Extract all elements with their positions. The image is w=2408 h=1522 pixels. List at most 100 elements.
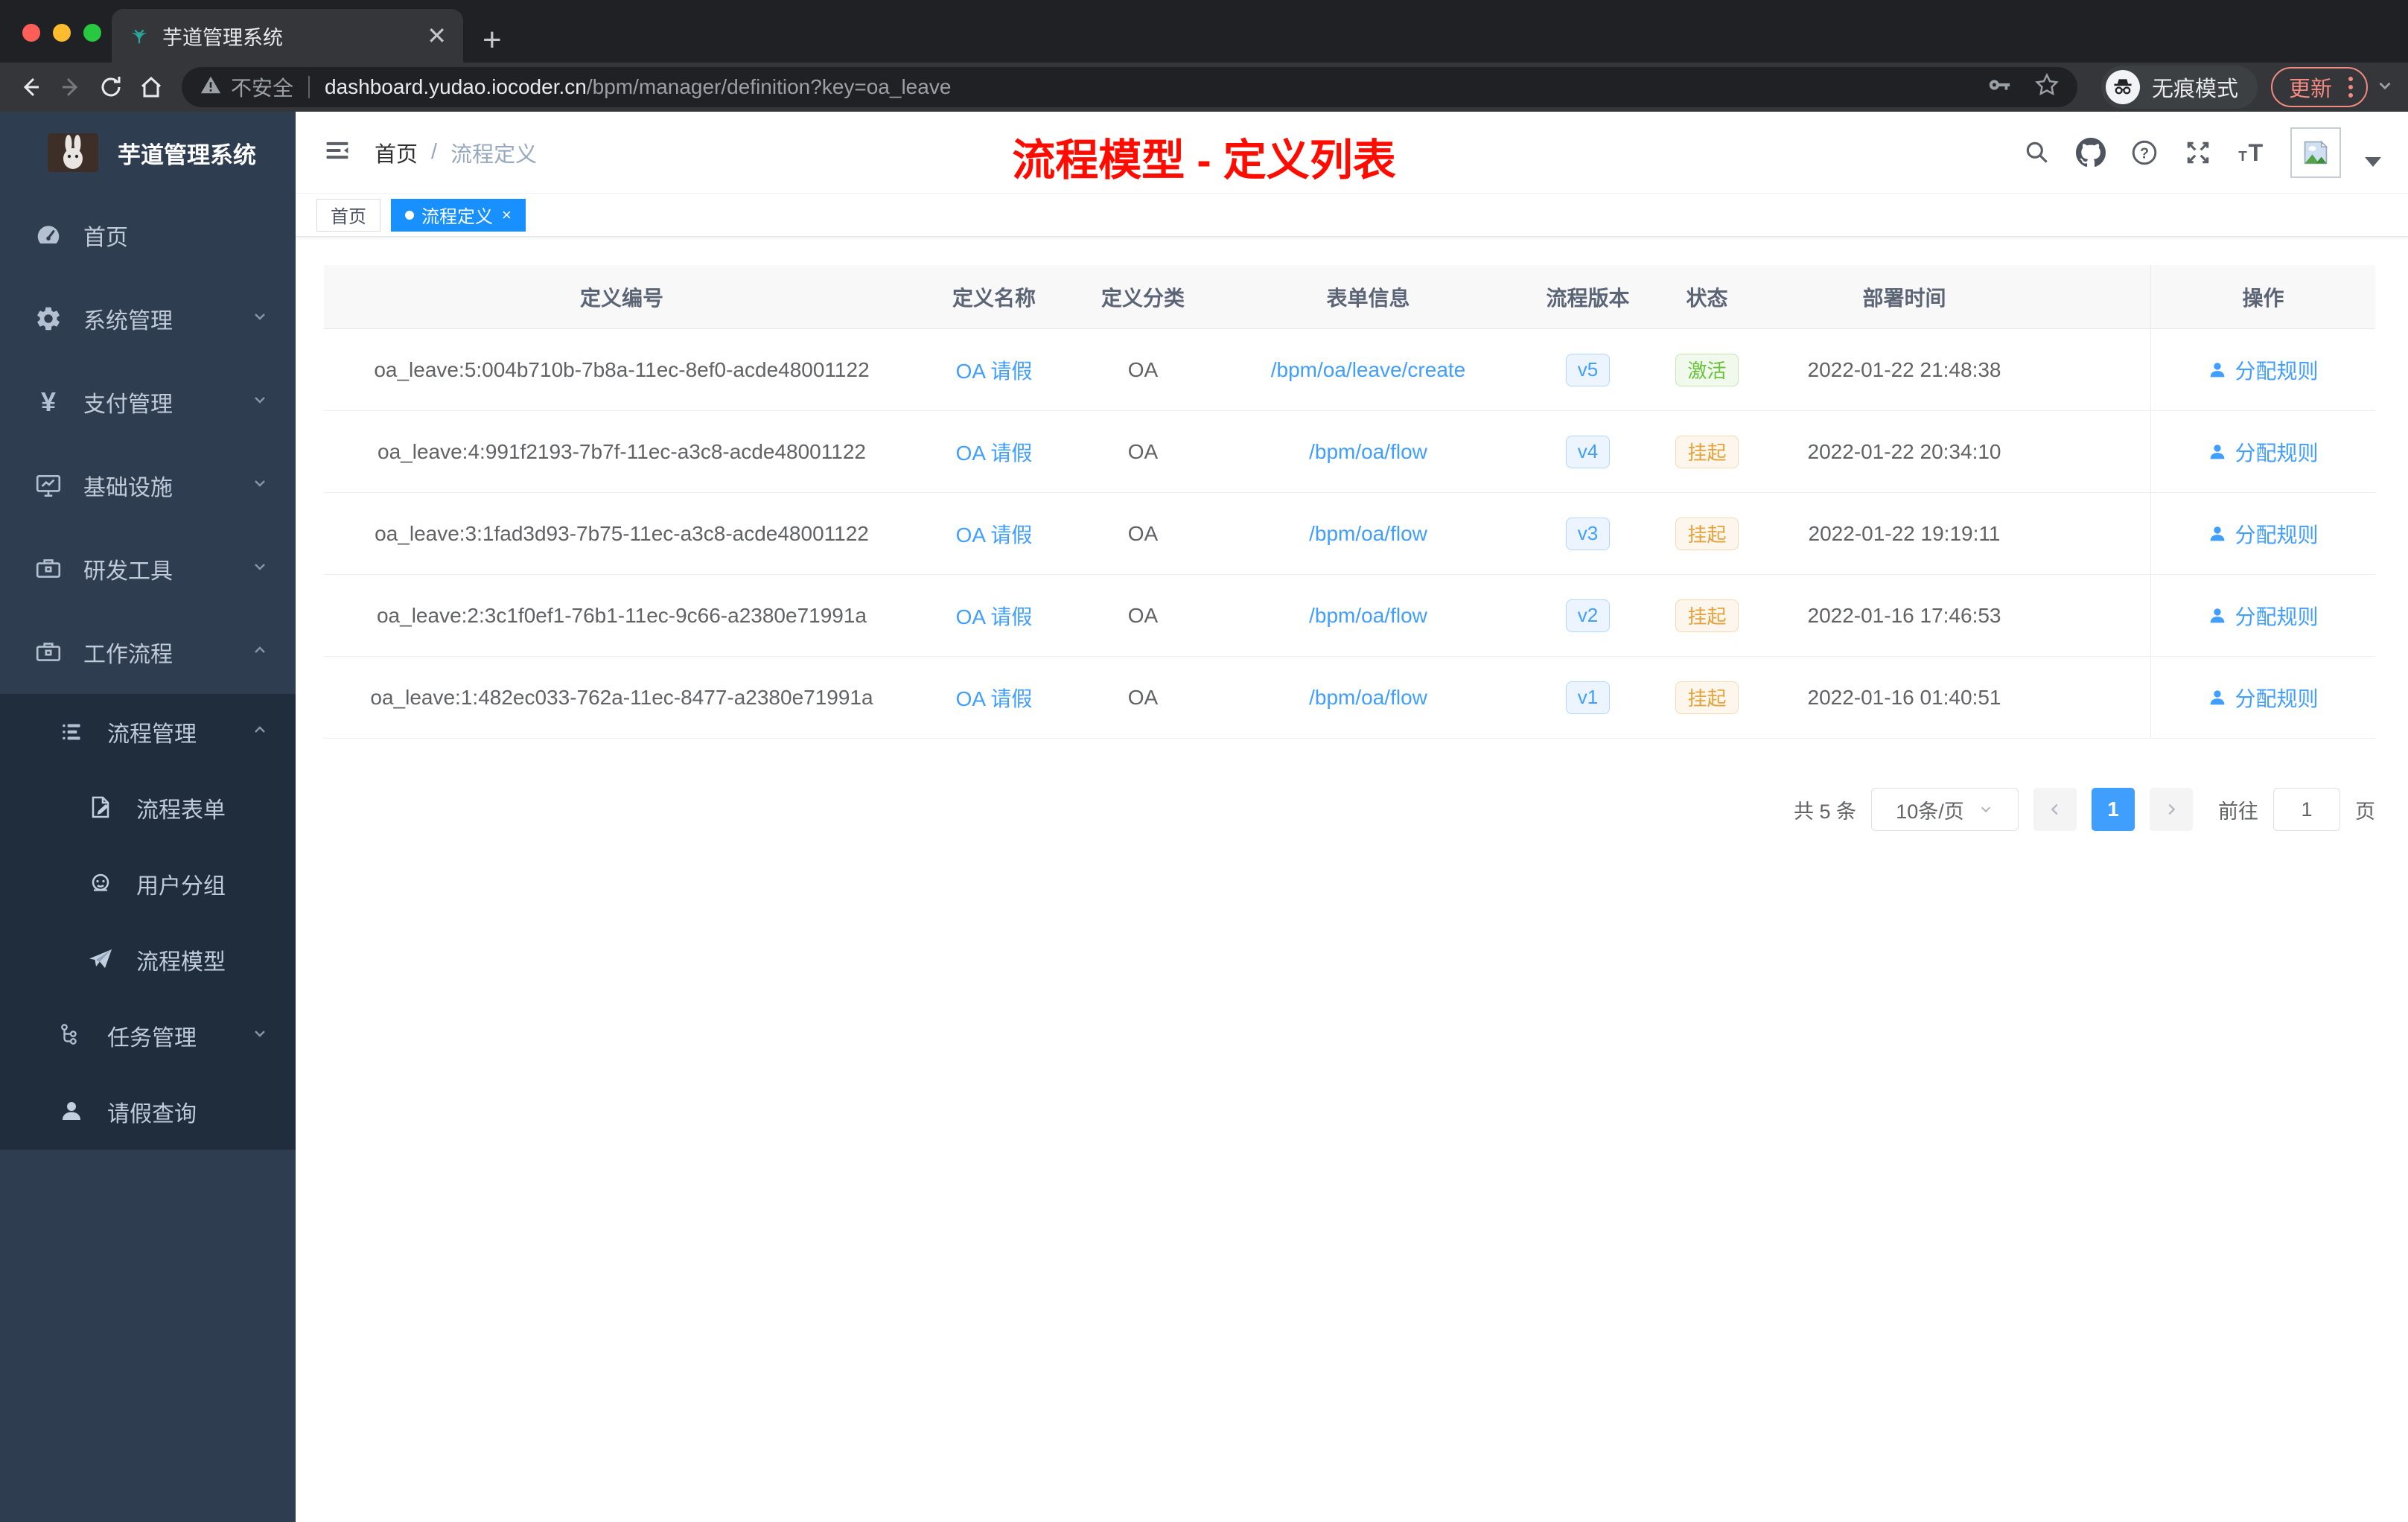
column-header: 操作: [2150, 265, 2375, 328]
tag-process-definition[interactable]: 流程定义 ×: [391, 198, 526, 232]
definition-id: oa_leave:2:3c1f0ef1-76b1-11ec-9c66-a2380…: [376, 603, 867, 627]
column-header: 流程版本: [1546, 286, 1630, 310]
deploy-time: 2022-01-16 17:46:53: [1807, 603, 2001, 627]
fullscreen-icon[interactable]: [2183, 138, 2213, 168]
browser-menu-icon[interactable]: [2348, 77, 2353, 98]
assign-rule-button[interactable]: 分配规则: [2208, 683, 2319, 713]
font-size-icon[interactable]: TT: [2237, 138, 2267, 168]
incognito-icon: [2105, 70, 2140, 104]
table-row: oa_leave:2:3c1f0ef1-76b1-11ec-9c66-a2380…: [324, 575, 2375, 657]
definition-id: oa_leave:5:004b710b-7b8a-11ec-8ef0-acde4…: [374, 357, 870, 381]
sidebar-item-label: 流程表单: [136, 798, 226, 823]
new-tab-button[interactable]: +: [482, 24, 502, 57]
tab-close-icon[interactable]: ✕: [427, 24, 447, 48]
assign-rule-button[interactable]: 分配规则: [2208, 519, 2319, 549]
status-badge: 挂起: [1675, 435, 1739, 468]
search-icon[interactable]: [2022, 138, 2052, 168]
window-close-button[interactable]: [22, 24, 40, 42]
browser-update-button[interactable]: 更新: [2270, 67, 2368, 107]
breadcrumb-home[interactable]: 首页: [375, 137, 418, 168]
window-minimize-button[interactable]: [53, 24, 71, 42]
column-header: 定义编号: [579, 286, 663, 310]
sidebar-item-system[interactable]: 系统管理: [0, 277, 296, 360]
column-header: 表单信息: [1326, 286, 1410, 310]
help-icon[interactable]: ?: [2130, 138, 2159, 168]
update-label: 更新: [2288, 77, 2332, 101]
sidebar-item-label: 用户分组: [136, 874, 226, 899]
logo-image: [48, 133, 98, 172]
page-content: 定义编号 定义名称 定义分类 表单信息 流程版本 状态 部署时间 操作 oa_l…: [296, 237, 2408, 1522]
window-zoom-button[interactable]: [83, 24, 101, 42]
sidebar-item-task-management[interactable]: 任务管理: [0, 998, 296, 1074]
form-link[interactable]: /bpm/oa/flow: [1309, 522, 1427, 546]
sidebar-item-payment[interactable]: ¥ 支付管理: [0, 360, 296, 444]
paper-plane-icon: [87, 946, 115, 974]
assign-rule-button[interactable]: 分配规则: [2208, 601, 2319, 631]
status-badge: 挂起: [1675, 517, 1739, 550]
definition-name-link[interactable]: OA 请假: [956, 683, 1033, 713]
breadcrumb-separator: /: [431, 140, 438, 164]
sidebar-item-process-model[interactable]: 流程模型: [0, 922, 296, 998]
prev-page-button[interactable]: [2033, 788, 2077, 831]
tag-home[interactable]: 首页: [316, 198, 380, 232]
breadcrumb: 首页 / 流程定义: [375, 137, 537, 168]
sidebar-item-home[interactable]: 首页: [0, 194, 296, 277]
window-controls[interactable]: [22, 24, 101, 42]
sidebar-item-process-form[interactable]: 流程表单: [0, 770, 296, 846]
sidebar-item-process-management[interactable]: 流程管理: [0, 694, 296, 770]
sidebar-toggle-icon[interactable]: [322, 136, 352, 169]
sidebar-item-dev-tools[interactable]: 研发工具: [0, 527, 296, 611]
definition-name-link[interactable]: OA 请假: [956, 601, 1033, 631]
tab-strip: 芋道管理系统 ✕ +: [0, 0, 2408, 63]
definition-category: OA: [1127, 685, 1159, 709]
form-link[interactable]: /bpm/oa/flow: [1309, 604, 1427, 628]
pagination-total: 共 5 条: [1793, 800, 1856, 823]
avatar-caret-icon[interactable]: [2365, 157, 2381, 167]
sidebar-item-leave-query[interactable]: 请假查询: [0, 1074, 296, 1150]
form-link[interactable]: /bpm/oa/flow: [1309, 686, 1427, 710]
definition-name-link[interactable]: OA 请假: [956, 519, 1033, 549]
definition-name-link[interactable]: OA 请假: [956, 355, 1033, 385]
bookmark-star-icon[interactable]: [2034, 72, 2060, 103]
toolbox-icon: [34, 555, 63, 583]
back-button[interactable]: [10, 67, 51, 107]
chevron-down-icon: [251, 556, 269, 582]
sidebar-item-label: 工作流程: [83, 643, 173, 667]
toolbar-overflow-icon[interactable]: [2375, 76, 2395, 99]
definition-category: OA: [1127, 603, 1159, 627]
definition-table: 定义编号 定义名称 定义分类 表单信息 流程版本 状态 部署时间 操作 oa_l…: [324, 265, 2375, 739]
form-link[interactable]: /bpm/oa/leave/create: [1271, 358, 1466, 382]
assign-rule-button[interactable]: 分配规则: [2208, 437, 2319, 467]
sidebar-item-workflow[interactable]: 工作流程: [0, 611, 296, 694]
favicon-plant-icon: [128, 23, 150, 49]
sidebar-item-label: 请假查询: [107, 1102, 197, 1127]
sidebar-logo[interactable]: 芋道管理系统: [0, 112, 296, 194]
page-number-button[interactable]: 1: [2092, 788, 2135, 831]
tag-close-icon[interactable]: ×: [502, 206, 512, 225]
deploy-time: 2022-01-16 01:40:51: [1807, 685, 2001, 709]
address-bar[interactable]: 不安全 dashboard.yudao.iocoder.cn/bpm/manag…: [182, 67, 2077, 107]
github-icon[interactable]: [2076, 137, 2106, 168]
forward-button[interactable]: [51, 67, 91, 107]
sidebar-item-infrastructure[interactable]: 基础设施: [0, 444, 296, 527]
status-badge: 挂起: [1675, 681, 1739, 714]
home-button[interactable]: [131, 67, 171, 107]
page-size-select[interactable]: 10条/页: [1871, 788, 2019, 831]
reload-button[interactable]: [91, 67, 131, 107]
goto-page-input[interactable]: [2273, 788, 2340, 831]
password-key-icon[interactable]: [1987, 72, 2012, 103]
definition-name-link[interactable]: OA 请假: [956, 437, 1033, 467]
chevron-right-icon: [2168, 803, 2176, 815]
assign-rule-button[interactable]: 分配规则: [2208, 355, 2319, 385]
browser-tab[interactable]: 芋道管理系统 ✕: [112, 9, 463, 63]
table-row: oa_leave:1:482ec033-762a-11ec-8477-a2380…: [324, 657, 2375, 739]
sidebar-item-user-group[interactable]: 用户分组: [0, 846, 296, 922]
avatar[interactable]: [2290, 127, 2341, 178]
next-page-button[interactable]: [2150, 788, 2193, 831]
form-link[interactable]: /bpm/oa/flow: [1309, 440, 1427, 464]
definition-category: OA: [1127, 439, 1159, 463]
column-header: 状态: [1686, 286, 1728, 310]
sidebar-item-label: 首页: [83, 226, 128, 250]
goto-label: 前往: [2218, 800, 2258, 823]
status-badge: 挂起: [1675, 599, 1739, 632]
